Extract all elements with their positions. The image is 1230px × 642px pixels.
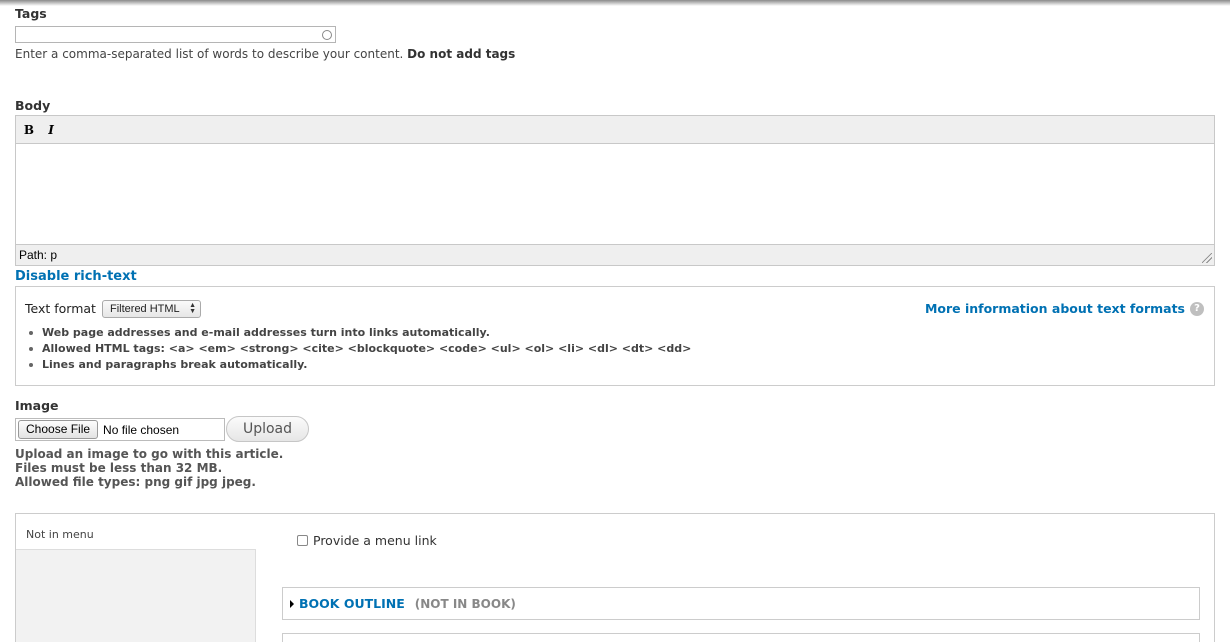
bold-button[interactable]: B: [22, 122, 36, 138]
book-outline-title[interactable]: BOOK OUTLINE: [299, 596, 405, 611]
more-info-container: More information about text formats ?: [925, 301, 1204, 316]
provide-menu-link-option[interactable]: Provide a menu link: [297, 533, 437, 548]
provide-menu-link-checkbox[interactable]: [297, 535, 308, 546]
list-item: Web page addresses and e-mail addresses …: [26, 325, 691, 341]
body-textarea[interactable]: [16, 144, 1214, 244]
autocomplete-throbber-icon: [322, 30, 332, 40]
image-description: Upload an image to go with this article.…: [15, 447, 283, 489]
top-shadow: [0, 0, 1230, 6]
question-icon[interactable]: ?: [1190, 301, 1204, 316]
tags-label: Tags: [15, 6, 47, 21]
italic-button[interactable]: I: [44, 122, 58, 138]
select-arrows-icon: ▲ ▼: [189, 302, 196, 315]
editor-toolbar: B I: [16, 116, 1214, 144]
image-desc-line: Allowed file types: png gif jpg jpeg.: [15, 475, 256, 489]
tags-description: Enter a comma-separated list of words to…: [15, 47, 515, 61]
body-editor: B I Path: p: [15, 115, 1215, 266]
image-file-input[interactable]: Choose File No file chosen: [15, 418, 225, 441]
tags-description-text: Enter a comma-separated list of words to…: [15, 47, 404, 61]
text-format-select[interactable]: Filtered HTML ▲ ▼: [102, 300, 201, 318]
text-format-fieldset: Text format Filtered HTML ▲ ▼ More inform…: [15, 286, 1215, 386]
editor-path: Path: p: [19, 248, 58, 262]
collapse-triangle-icon: [290, 599, 294, 608]
format-tips-list: Web page addresses and e-mail addresses …: [26, 325, 691, 373]
image-desc-line: Files must be less than 32 MB.: [15, 461, 223, 475]
list-item: Allowed HTML tags: <a> <em> <strong> <ci…: [26, 341, 691, 357]
more-info-link[interactable]: More information about text formats: [925, 301, 1185, 316]
provide-menu-link-label: Provide a menu link: [313, 533, 437, 548]
choose-file-button[interactable]: Choose File: [18, 420, 99, 439]
no-file-text: No file chosen: [103, 422, 180, 437]
image-desc-line: Upload an image to go with this article.: [15, 447, 284, 461]
list-item: Lines and paragraphs break automatically…: [26, 357, 691, 373]
text-format-label: Text format: [25, 301, 96, 316]
book-outline-summary: (NOT IN BOOK): [414, 596, 516, 611]
body-label: Body: [15, 98, 51, 113]
editor-statusbar: Path: p: [16, 244, 1214, 265]
upload-button[interactable]: Upload: [226, 416, 309, 442]
text-format-selected: Filtered HTML: [110, 303, 180, 315]
book-outline-fieldset[interactable]: BOOK OUTLINE (NOT IN BOOK): [282, 587, 1200, 620]
vtab-list: [16, 549, 256, 642]
tags-description-strong: Do not add tags: [407, 47, 516, 61]
tags-input[interactable]: [15, 26, 336, 43]
image-label: Image: [15, 398, 59, 413]
next-fieldset: [282, 633, 1200, 642]
vtab-menu-summary[interactable]: Not in menu: [26, 528, 94, 541]
resize-grip-icon[interactable]: [1202, 253, 1212, 263]
vertical-tabs: Not in menu Provide a menu link BOOK OUT…: [15, 513, 1215, 642]
disable-rich-text-link[interactable]: Disable rich-text: [15, 269, 137, 284]
